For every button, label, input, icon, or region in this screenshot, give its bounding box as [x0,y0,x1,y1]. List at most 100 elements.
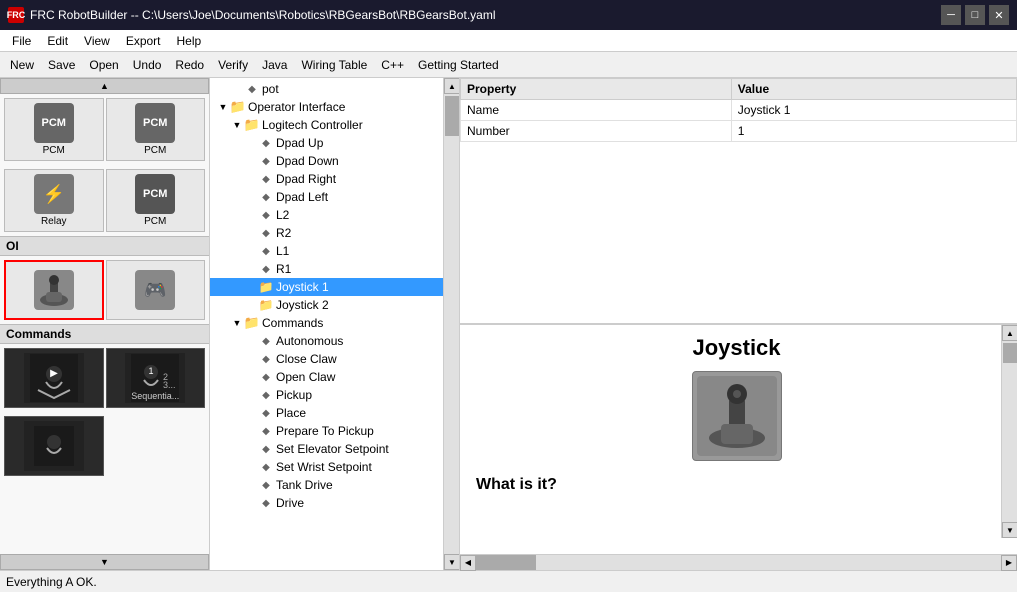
menu-export[interactable]: Export [118,32,169,50]
verify-button[interactable]: Verify [212,56,254,74]
new-button[interactable]: New [4,56,40,74]
open-button[interactable]: Open [83,56,124,74]
tree-item-operator-interface[interactable]: ▼ 📁 Operator Interface [210,98,443,116]
joystick-icon [34,270,74,310]
expand-place [244,406,258,420]
titlebar-title: FRC RobotBuilder -- C:\Users\Joe\Documen… [30,8,496,22]
commands-section-header: Commands [0,324,209,344]
help-scroll-down[interactable]: ▼ [1002,522,1017,538]
tree-item-open-claw[interactable]: ◆ Open Claw [210,368,443,386]
pcm1-icon: PCM [34,103,74,143]
palette-item-pcm3[interactable]: PCM PCM [106,169,206,232]
maximize-button[interactable]: □ [965,5,985,25]
save-button[interactable]: Save [42,56,81,74]
expand-prepare-pickup [244,424,258,438]
tree-item-joystick2[interactable]: 📁 Joystick 2 [210,296,443,314]
tree-label-l2: L2 [276,208,289,222]
expand-oi[interactable]: ▼ [216,100,230,114]
tree-item-r2[interactable]: ◆ R2 [210,224,443,242]
tree-item-pot[interactable]: ◆ pot [210,80,443,98]
left-panel: ▲ PCM PCM PCM PCM ⚡ Relay PCM PCM OI [0,78,210,570]
tree-item-prepare-pickup[interactable]: ◆ Prepare To Pickup [210,422,443,440]
palette-cmd1[interactable]: ▶ [4,348,104,408]
tree-label-r1: R1 [276,262,291,276]
tree-item-elevator[interactable]: ◆ Set Elevator Setpoint [210,440,443,458]
tree-item-logitech[interactable]: ▼ 📁 Logitech Controller [210,116,443,134]
prop-name-value[interactable]: Joystick 1 [731,100,1016,121]
h-scroll-left[interactable]: ◀ [460,555,476,571]
tree-item-l1[interactable]: ◆ L1 [210,242,443,260]
expand-drive [244,496,258,510]
help-scroll-up[interactable]: ▲ [1002,325,1017,341]
tree-panel[interactable]: ◆ pot ▼ 📁 Operator Interface ▼ 📁 Logitec… [210,78,460,570]
status-text: Everything A OK. [6,575,97,589]
palette-item-relay[interactable]: ⚡ Relay [4,169,104,232]
undo-button[interactable]: Undo [127,56,168,74]
tree-item-dpad-down[interactable]: ◆ Dpad Down [210,152,443,170]
close-button[interactable]: ✕ [989,5,1009,25]
expand-pot [230,82,244,96]
menu-edit[interactable]: Edit [39,32,76,50]
pcm3-icon: PCM [135,174,175,214]
tree-item-l2[interactable]: ◆ L2 [210,206,443,224]
prop-number-value[interactable]: 1 [731,121,1016,142]
tree-item-tank-drive[interactable]: ◆ Tank Drive [210,476,443,494]
tree-item-dpad-right[interactable]: ◆ Dpad Right [210,170,443,188]
minimize-button[interactable]: ─ [941,5,961,25]
h-scroll-thumb [476,555,536,570]
tree-item-place[interactable]: ◆ Place [210,404,443,422]
titlebar-controls: ─ □ ✕ [941,5,1009,25]
tree-item-dpad-left[interactable]: ◆ Dpad Left [210,188,443,206]
tree-item-wrist[interactable]: ◆ Set Wrist Setpoint [210,458,443,476]
tree-item-close-claw[interactable]: ◆ Close Claw [210,350,443,368]
help-scrollbar[interactable]: ▲ ▼ [1001,325,1017,538]
scroll-down-button[interactable]: ▼ [0,554,209,570]
palette-cmd2[interactable]: 1 2 3... Sequentia... [106,348,206,408]
palette-joystick-selected[interactable] [4,260,104,320]
palette-item-pcm2[interactable]: PCM PCM [106,98,206,161]
expand-logitech[interactable]: ▼ [230,118,244,132]
cpp-button[interactable]: C++ [375,56,410,74]
menu-help[interactable]: Help [169,32,210,50]
tree-item-r1[interactable]: ◆ R1 [210,260,443,278]
help-scroll-track [1002,341,1017,522]
expand-commands[interactable]: ▼ [230,316,244,330]
expand-r1 [244,262,258,276]
h-scroll-right[interactable]: ▶ [1001,555,1017,571]
menu-file[interactable]: File [4,32,39,50]
tree-item-drive[interactable]: ◆ Drive [210,494,443,512]
tree-item-autonomous[interactable]: ◆ Autonomous [210,332,443,350]
palette-cmd3[interactable] [4,416,104,476]
horizontal-scrollbar[interactable]: ◀ ▶ [460,554,1017,570]
tree-label-commands: Commands [262,316,323,330]
palette-gamepad[interactable]: 🎮 [106,260,206,320]
svg-text:▶: ▶ [50,368,58,379]
menu-view[interactable]: View [76,32,118,50]
help-section: Joystick What is it? ▲ [460,324,1017,554]
redo-button[interactable]: Redo [169,56,210,74]
pcm2-label: PCM [144,145,166,156]
tree-item-dpad-up[interactable]: ◆ Dpad Up [210,134,443,152]
tree-item-commands[interactable]: ▼ 📁 Commands [210,314,443,332]
pcm1-label: PCM [43,145,65,156]
tree-scroll-up[interactable]: ▲ [444,78,460,94]
tree-scroll-down[interactable]: ▼ [444,554,460,570]
tree-item-joystick1[interactable]: 📁 Joystick 1 [210,278,443,296]
dot-icon-open-claw: ◆ [258,369,274,385]
wiring-table-button[interactable]: Wiring Table [295,56,373,74]
relay-icon: ⚡ [34,174,74,214]
tree-item-pickup[interactable]: ◆ Pickup [210,386,443,404]
tree-label-dpad-left: Dpad Left [276,190,328,204]
gamepad-icon: 🎮 [135,270,175,310]
dot-icon-pickup: ◆ [258,387,274,403]
tree-scrollbar[interactable]: ▲ ▼ [443,78,459,570]
tree-label-pot: pot [262,82,279,96]
java-button[interactable]: Java [256,56,293,74]
expand-close-claw [244,352,258,366]
palette-item-pcm1[interactable]: PCM PCM [4,98,104,161]
getting-started-button[interactable]: Getting Started [412,56,505,74]
tree-label-wrist: Set Wrist Setpoint [276,460,372,474]
dot-icon-l1: ◆ [258,243,274,259]
expand-tank-drive [244,478,258,492]
scroll-up-button[interactable]: ▲ [0,78,209,94]
